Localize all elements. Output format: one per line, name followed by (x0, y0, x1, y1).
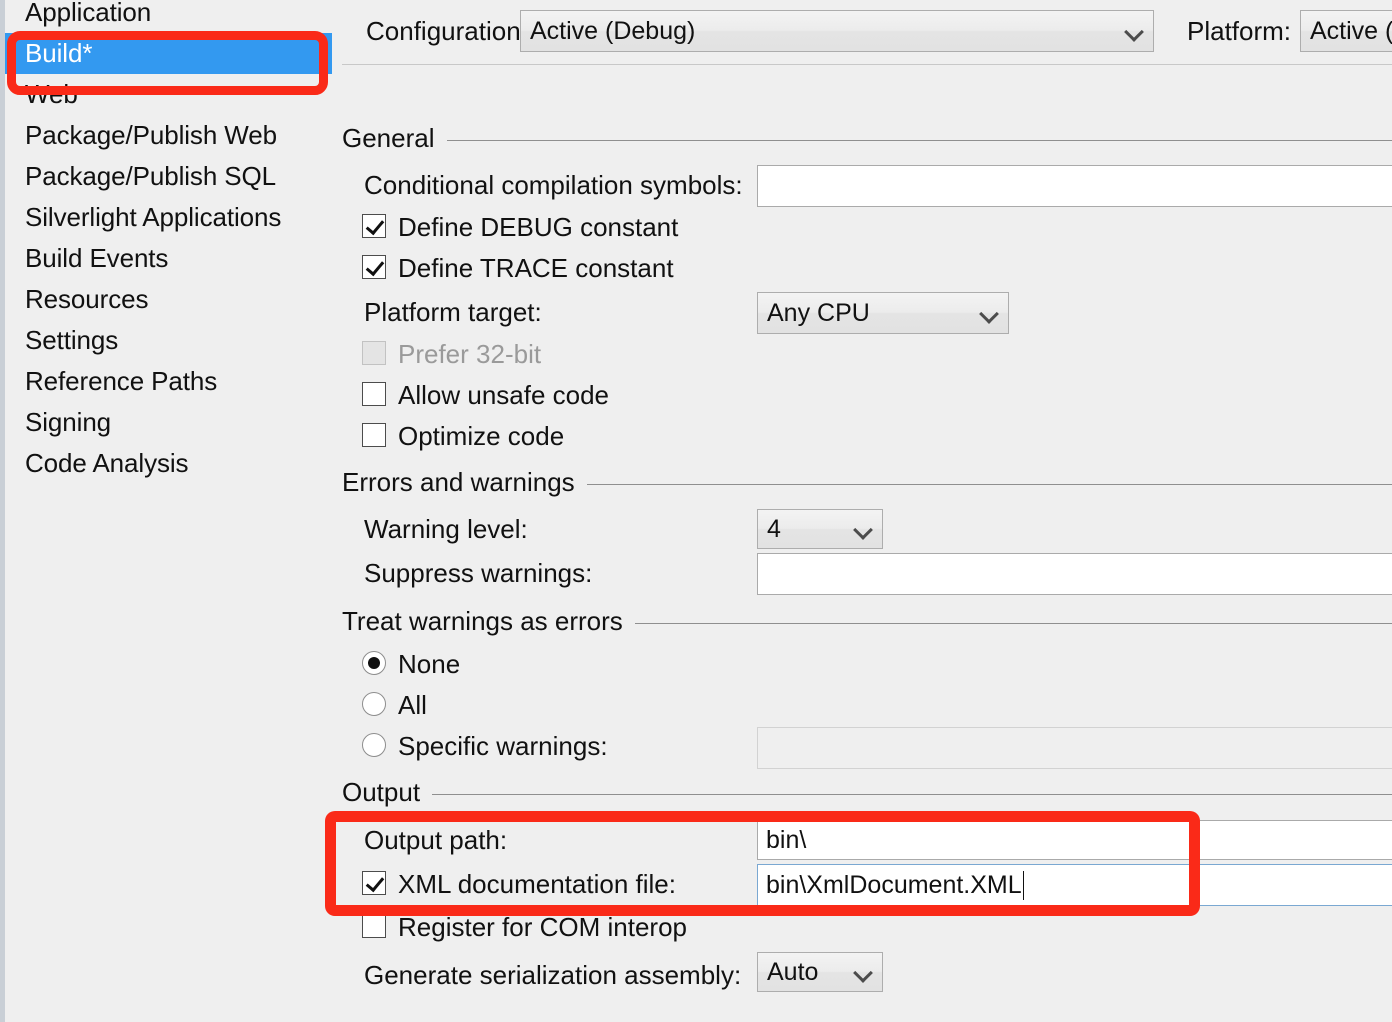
general-section-header: General (342, 121, 1392, 155)
treat-warnings-specific-radio[interactable] (362, 733, 386, 757)
xml-documentation-value: bin\XmlDocument.XML (766, 871, 1022, 900)
sidebar-item-reference-paths[interactable]: Reference Paths (5, 361, 332, 402)
treat-warnings-specific-label: Specific warnings: (398, 731, 608, 762)
chevron-down-icon (1126, 23, 1142, 39)
build-settings-pane: Configuration: Active (Debug) Platform: … (332, 0, 1392, 1022)
configuration-separator (342, 64, 1392, 65)
conditional-symbols-label: Conditional compilation symbols: (364, 170, 743, 201)
sidebar-item-label: Package/Publish SQL (25, 161, 276, 191)
output-section-header: Output (342, 775, 1392, 809)
chevron-down-icon (981, 305, 997, 321)
sidebar-item-label: Resources (25, 284, 148, 314)
text-cursor (1023, 871, 1024, 900)
section-title: Output (342, 777, 432, 808)
prefer-32bit-label: Prefer 32-bit (398, 339, 541, 370)
xml-documentation-checkbox[interactable] (362, 871, 386, 895)
sidebar-item-label: Silverlight Applications (25, 202, 281, 232)
warning-level-value: 4 (758, 515, 781, 544)
sidebar-item-resources[interactable]: Resources (5, 279, 332, 320)
xml-documentation-input[interactable]: bin\XmlDocument.XML (757, 864, 1392, 906)
sidebar-item-silverlight-applications[interactable]: Silverlight Applications (5, 197, 332, 238)
suppress-warnings-input[interactable] (757, 553, 1392, 595)
output-path-input[interactable]: bin\ (757, 820, 1392, 860)
treat-warnings-all-radio[interactable] (362, 692, 386, 716)
section-rule (432, 794, 1392, 795)
platform-target-dropdown[interactable]: Any CPU (757, 292, 1009, 334)
define-debug-label: Define DEBUG constant (398, 212, 678, 243)
xml-documentation-label: XML documentation file: (398, 869, 676, 900)
chevron-down-icon (855, 521, 871, 537)
section-rule (635, 623, 1392, 624)
warning-level-dropdown[interactable]: 4 (757, 509, 883, 549)
serialization-assembly-value: Auto (758, 958, 818, 987)
serialization-assembly-label: Generate serialization assembly: (364, 960, 741, 991)
platform-target-value: Any CPU (758, 299, 870, 328)
sidebar-item-label: Settings (25, 325, 118, 355)
prefer-32bit-checkbox (362, 341, 386, 365)
section-title: Errors and warnings (342, 467, 587, 498)
treat-warnings-all-label: All (398, 690, 427, 721)
section-rule (447, 140, 1392, 141)
sidebar-item-label: Signing (25, 407, 111, 437)
sidebar-item-package-publish-sql[interactable]: Package/Publish SQL (5, 156, 332, 197)
section-title: Treat warnings as errors (342, 606, 635, 637)
configuration-bar: Configuration: Active (Debug) Platform: … (332, 8, 1392, 54)
platform-target-label: Platform target: (364, 297, 542, 328)
warning-level-label: Warning level: (364, 514, 528, 545)
conditional-symbols-input[interactable] (757, 165, 1392, 207)
allow-unsafe-code-label: Allow unsafe code (398, 380, 609, 411)
platform-value: Active ( (1301, 17, 1392, 46)
sidebar-item-label: Build Events (25, 243, 168, 273)
define-trace-label: Define TRACE constant (398, 253, 674, 284)
sidebar-item-signing[interactable]: Signing (5, 402, 332, 443)
sidebar-item-label: Application (25, 0, 151, 27)
register-com-interop-checkbox[interactable] (362, 914, 386, 938)
sidebar-item-code-analysis[interactable]: Code Analysis (5, 443, 332, 484)
section-rule (587, 484, 1392, 485)
configuration-value: Active (Debug) (521, 17, 695, 46)
treat-warnings-section-header: Treat warnings as errors (342, 604, 1392, 638)
sidebar-item-label: Code Analysis (25, 448, 188, 478)
sidebar-item-build-events[interactable]: Build Events (5, 238, 332, 279)
serialization-assembly-dropdown[interactable]: Auto (757, 952, 883, 992)
properties-sidebar: Application Build* Web Package/Publish W… (0, 0, 332, 1022)
sidebar-item-package-publish-web[interactable]: Package/Publish Web (5, 115, 332, 156)
output-path-value: bin\ (766, 826, 806, 855)
platform-dropdown[interactable]: Active ( (1300, 10, 1392, 52)
sidebar-item-web[interactable]: Web (5, 74, 332, 115)
suppress-warnings-label: Suppress warnings: (364, 558, 592, 589)
sidebar-item-label: Build* (25, 38, 92, 68)
optimize-code-label: Optimize code (398, 421, 564, 452)
treat-warnings-none-radio[interactable] (362, 651, 386, 675)
sidebar-item-label: Web (25, 79, 78, 109)
register-com-interop-label: Register for COM interop (398, 912, 687, 943)
sidebar-item-label: Package/Publish Web (25, 120, 277, 150)
project-properties-window: Application Build* Web Package/Publish W… (0, 0, 1392, 1022)
configuration-dropdown[interactable]: Active (Debug) (520, 10, 1154, 52)
sidebar-item-application[interactable]: Application (5, 0, 332, 33)
output-path-label: Output path: (364, 825, 507, 856)
sidebar-item-label: Reference Paths (25, 366, 217, 396)
sidebar-item-settings[interactable]: Settings (5, 320, 332, 361)
optimize-code-checkbox[interactable] (362, 423, 386, 447)
section-title: General (342, 123, 447, 154)
chevron-down-icon (855, 964, 871, 980)
treat-warnings-none-label: None (398, 649, 460, 680)
define-debug-checkbox[interactable] (362, 214, 386, 238)
define-trace-checkbox[interactable] (362, 255, 386, 279)
specific-warnings-input (757, 727, 1392, 769)
configuration-label: Configuration: (366, 16, 528, 47)
platform-label: Platform: (1187, 16, 1291, 47)
sidebar-item-build[interactable]: Build* (5, 33, 332, 74)
allow-unsafe-code-checkbox[interactable] (362, 382, 386, 406)
errors-warnings-section-header: Errors and warnings (342, 465, 1392, 499)
